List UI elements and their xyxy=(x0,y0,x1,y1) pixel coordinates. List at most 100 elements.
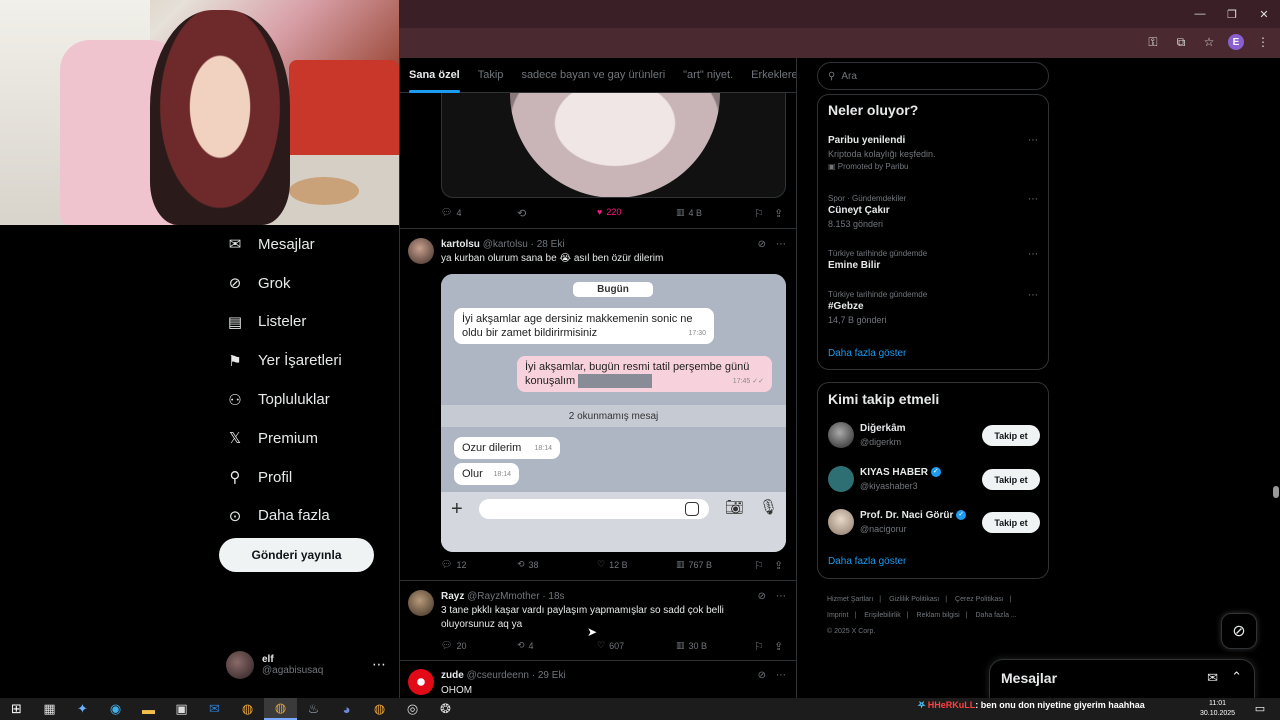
footer-link[interactable]: Çerez Politikası xyxy=(955,596,1004,603)
follow-button[interactable]: Takip et xyxy=(982,512,1040,533)
more-dots-icon[interactable]: ⋯ xyxy=(1028,290,1038,301)
profile-avatar[interactable]: E xyxy=(1228,34,1244,50)
follow-suggestion[interactable]: Prof. Dr. Naci Görür ✓ @nacigorur Takip … xyxy=(828,508,1040,538)
obs-icon[interactable]: ◎ xyxy=(396,698,429,720)
trend-item[interactable]: Türkiye tarihinde gündemde Emine Bilir ⋯ xyxy=(828,249,1040,271)
repost-action[interactable]: ⟲ 38 xyxy=(517,559,539,570)
close-button[interactable]: ✕ xyxy=(1248,0,1280,28)
author-handle[interactable]: @kartolsu xyxy=(483,239,528,250)
follow-suggestion[interactable]: KIYAS HABER ✓ @kiyashaber3 Takip et xyxy=(828,465,1040,495)
like-action[interactable]: ♡ 12 B xyxy=(597,559,628,570)
avatar[interactable] xyxy=(828,422,854,448)
trend-item[interactable]: Spor · Gündemdekiler Cüneyt Çakır 8.153 … xyxy=(828,194,1040,229)
repost-action[interactable]: ⟲ xyxy=(517,207,530,220)
nav-item-communities[interactable]: ⚇ Topluluklar xyxy=(218,380,398,419)
nav-item-messages[interactable]: ✉ Mesajlar xyxy=(218,225,398,264)
password-key-icon[interactable]: ⚿ xyxy=(1144,33,1162,51)
post[interactable]: Rayz @RayzMmother · 18s ⊘ ⋯ 3 tane pkklı… xyxy=(400,580,796,660)
nav-item-bookmarks[interactable]: ⚑ Yer İşaretleri xyxy=(218,341,398,380)
author-name[interactable]: zude xyxy=(441,670,464,681)
bookmark-star-icon[interactable]: ☆ xyxy=(1200,33,1218,51)
trend-item[interactable]: Paribu yenilendi Kriptoda kolaylığı keşf… xyxy=(828,135,1040,171)
footer-link[interactable]: Hizmet Şartları xyxy=(827,596,873,603)
share-action[interactable]: ⇪ xyxy=(774,559,783,572)
avatar[interactable] xyxy=(408,590,434,616)
more-dots-icon[interactable]: ⋯ xyxy=(1028,194,1038,205)
follow-button[interactable]: Takip et xyxy=(982,469,1040,490)
more-dots-icon[interactable]: ⋯ xyxy=(776,670,786,681)
like-action[interactable]: ♡ 607 xyxy=(597,640,624,651)
author-handle[interactable]: @cseurdeenn xyxy=(467,670,529,681)
browser-menu-icon[interactable]: ⋮ xyxy=(1254,33,1272,51)
tab-for-you[interactable]: Sana özel xyxy=(400,58,469,93)
grok-icon[interactable]: ⊘ xyxy=(758,670,766,681)
more-dots-icon[interactable]: ⋯ xyxy=(372,656,386,673)
new-message-icon[interactable]: ✉ xyxy=(1207,670,1218,686)
repost-action[interactable]: ⟲ 4 xyxy=(517,640,534,651)
chrome-icon[interactable]: ◍ xyxy=(231,698,264,720)
avatar[interactable] xyxy=(828,466,854,492)
reply-action[interactable]: 💬︎ 20 xyxy=(441,640,466,651)
avatar[interactable] xyxy=(408,669,434,695)
chevron-up-icon[interactable]: ⌃ xyxy=(1231,669,1242,685)
author-name[interactable]: kartolsu xyxy=(441,239,480,250)
footer-link[interactable]: Daha fazla ... xyxy=(976,612,1017,619)
task-view-icon[interactable]: ▦ xyxy=(33,698,66,720)
grok-icon[interactable]: ⊘ xyxy=(758,239,766,250)
follow-button[interactable]: Takip et xyxy=(982,425,1040,446)
nav-item-more[interactable]: ⊙ Daha fazla xyxy=(218,497,398,536)
post[interactable]: kartolsu @kartolsu · 28 Eki ⊘ ⋯ ya kurba… xyxy=(400,228,796,580)
post-button[interactable]: Gönderi yayınla xyxy=(219,538,374,572)
messages-drawer[interactable]: Mesajlar ✉ ⌃ xyxy=(989,659,1255,699)
follow-suggestion[interactable]: Diğerkâm @digerkm Takip et xyxy=(828,421,1040,451)
footer-link[interactable]: Imprint xyxy=(827,612,848,619)
like-action[interactable]: ♥ 220 xyxy=(597,207,621,217)
nav-item-grok[interactable]: ⊘ Grok xyxy=(218,264,398,303)
store-icon[interactable]: ▣ xyxy=(165,698,198,720)
copilot-icon[interactable]: ✦ xyxy=(66,698,99,720)
nav-item-premium[interactable]: 𝕏 Premium xyxy=(218,419,398,458)
notification-icon[interactable]: ▭ xyxy=(1252,700,1268,716)
grok-icon[interactable]: ⊘ xyxy=(758,591,766,602)
post-date[interactable]: · 18s xyxy=(542,591,564,602)
trends-show-more-link[interactable]: Daha fazla göster xyxy=(828,348,906,359)
who-to-follow-show-more-link[interactable]: Daha fazla göster xyxy=(828,556,906,567)
post-date[interactable]: · 29 Eki xyxy=(532,670,566,681)
author-name[interactable]: Rayz xyxy=(441,591,464,602)
bookmark-action[interactable]: ⚐ xyxy=(754,640,764,653)
footer-link[interactable]: Reklam bilgisi xyxy=(917,612,960,619)
views-action[interactable]: ▥ 767 B xyxy=(676,559,712,570)
scrollbar-thumb[interactable] xyxy=(1273,486,1279,498)
share-action[interactable]: ⇪ xyxy=(774,640,783,653)
more-dots-icon[interactable]: ⋯ xyxy=(1028,135,1038,146)
nav-item-lists[interactable]: ▤ Listeler xyxy=(218,303,398,342)
bookmark-action[interactable]: ⚐ xyxy=(754,207,764,220)
reply-action[interactable]: 💬︎ 4 xyxy=(441,207,461,218)
more-dots-icon[interactable]: ⋯ xyxy=(776,591,786,602)
post[interactable]: zude @cseurdeenn · 29 Eki ⊘ ⋯ OHOM xyxy=(400,660,796,698)
maximize-button[interactable]: ❐ xyxy=(1216,0,1248,28)
chat-screenshot[interactable]: Bugün İyi akşamlar age dersiniz makkemen… xyxy=(441,274,786,552)
install-app-icon[interactable]: ⧉ xyxy=(1172,33,1190,51)
account-switcher[interactable]: elf @agabisusaq ⋯ xyxy=(226,650,386,680)
grok-floating-button[interactable]: ⊘ xyxy=(1221,613,1257,649)
system-clock[interactable]: 11:01 30.10.2025 xyxy=(1200,699,1235,719)
chrome-profile-icon[interactable]: ◍ xyxy=(363,698,396,720)
post-media-image[interactable] xyxy=(441,93,786,198)
app-icon[interactable]: ❂ xyxy=(429,698,462,720)
file-explorer-icon[interactable]: ▬ xyxy=(132,698,165,720)
search-input[interactable]: ⚲ Ara xyxy=(817,62,1049,90)
views-action[interactable]: ▥ 30 B xyxy=(676,640,707,651)
footer-link[interactable]: Erişilebilirlik xyxy=(864,612,901,619)
views-action[interactable]: ▥ 4 B xyxy=(676,207,702,218)
avatar[interactable] xyxy=(828,509,854,535)
discord-icon[interactable]: ◕ xyxy=(330,698,363,720)
bookmark-action[interactable]: ⚐ xyxy=(754,559,764,572)
more-dots-icon[interactable]: ⋯ xyxy=(776,239,786,250)
tab-list-1[interactable]: sadece bayan ve gay ürünleri xyxy=(512,58,674,93)
tab-following[interactable]: Takip xyxy=(469,58,513,93)
nav-item-profile[interactable]: ⚲ Profil xyxy=(218,458,398,497)
page-scrollbar[interactable] xyxy=(1272,58,1280,698)
avatar[interactable] xyxy=(408,238,434,264)
tab-list-2[interactable]: "art" niyet. xyxy=(674,58,742,93)
